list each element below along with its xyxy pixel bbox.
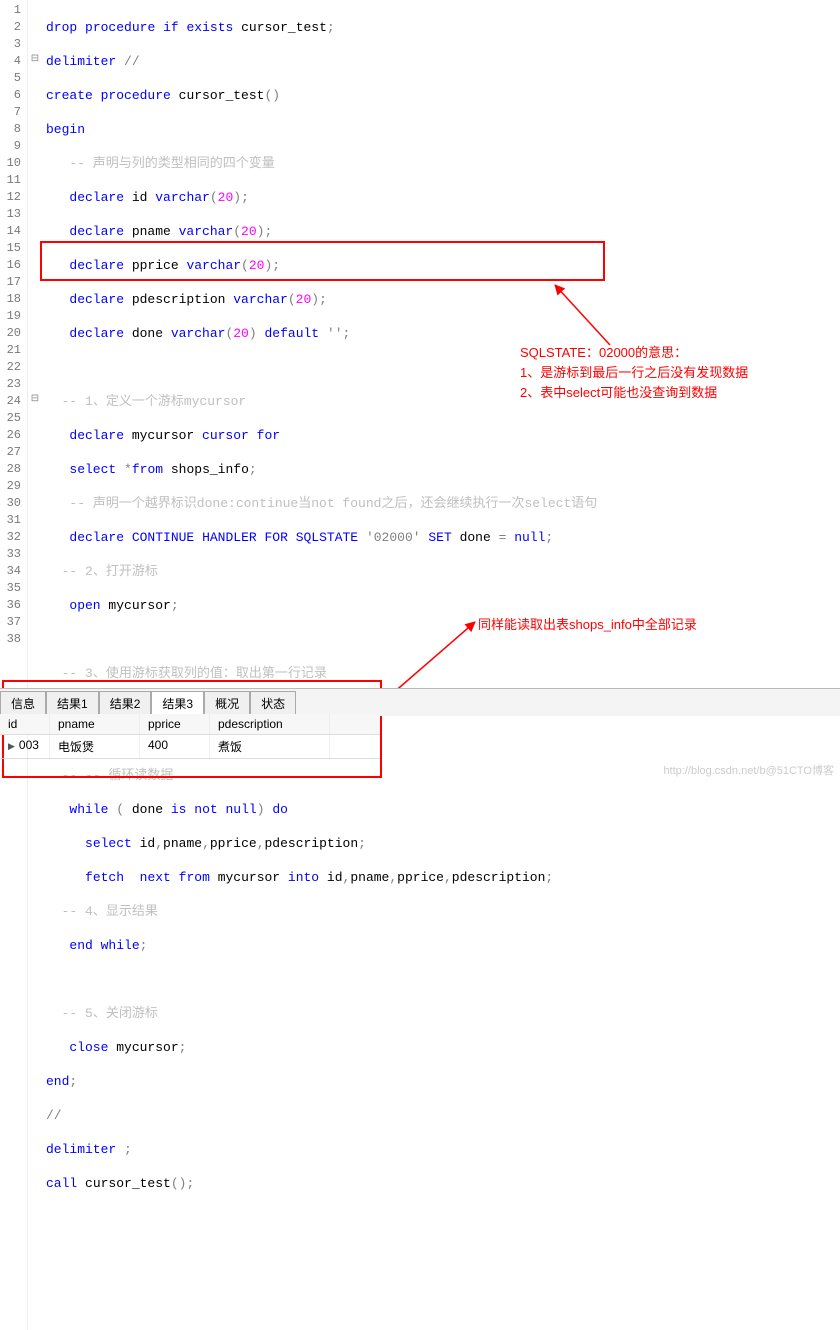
col-id[interactable]: id xyxy=(0,714,50,734)
code-editor: 12345678 910111213141516 171819202122232… xyxy=(0,0,840,1330)
cell-pprice: 400 xyxy=(140,735,210,758)
tab-result1[interactable]: 结果1 xyxy=(46,691,99,716)
tab-profile[interactable]: 概况 xyxy=(204,691,250,716)
grid-header: id pname pprice pdescription xyxy=(0,714,380,735)
code-area[interactable]: drop procedure if exists cursor_test; de… xyxy=(42,0,597,1330)
result-tabs: 信息 结果1 结果2 结果3 概况 状态 xyxy=(0,688,840,716)
col-pname[interactable]: pname xyxy=(50,714,140,734)
result-grid: id pname pprice pdescription 003 电饭煲 400… xyxy=(0,714,380,759)
tab-info[interactable]: 信息 xyxy=(0,691,46,716)
cell-id: 003 xyxy=(0,735,50,758)
tab-result3[interactable]: 结果3 xyxy=(151,691,204,716)
cell-pdescription: 煮饭 xyxy=(210,735,330,758)
annotation-result: 同样能读取出表shops_info中全部记录 xyxy=(478,614,697,633)
col-pprice[interactable]: pprice xyxy=(140,714,210,734)
annotation-sqlstate: SQLSTATE：02000的意思： 1、是游标到最后一行之后没有发现数据 2、… xyxy=(520,343,748,403)
line-number-gutter: 12345678 910111213141516 171819202122232… xyxy=(0,0,28,1330)
watermark: http://blog.csdn.net/b@51CTO博客 xyxy=(663,762,834,778)
fold-column: ⊟ ⊟ xyxy=(28,0,42,1330)
tab-status[interactable]: 状态 xyxy=(250,691,296,716)
cell-pname: 电饭煲 xyxy=(50,735,140,758)
col-pdescription[interactable]: pdescription xyxy=(210,714,330,734)
table-row[interactable]: 003 电饭煲 400 煮饭 xyxy=(0,735,380,759)
tab-result2[interactable]: 结果2 xyxy=(99,691,152,716)
